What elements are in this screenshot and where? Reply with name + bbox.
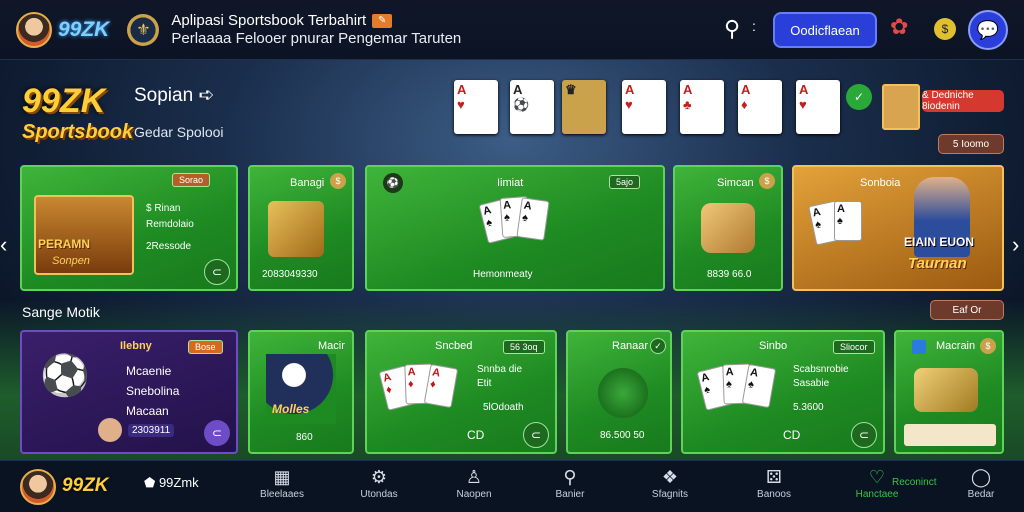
cards-icon: ❖ <box>661 467 679 487</box>
app-subtitle: Perlaaaa Felooer pnurar Pengemar Taruten <box>171 29 462 47</box>
hero-card-5[interactable]: A ♣ <box>680 80 724 134</box>
tile-ranaar[interactable]: Ranaar ✓ 86.500 50 <box>566 330 672 454</box>
tile-simcan[interactable]: Simcan $ 8839 66.0 <box>673 165 783 291</box>
left-arrow-icon[interactable]: ‹ <box>0 232 7 258</box>
goal-net-icon <box>268 201 324 257</box>
hero-card-7[interactable]: A ♥ <box>796 80 840 134</box>
bottom-nav: 99ZK ⬟ 99Zmk ▦ Bleelaaes ⚙ Utondas ♙ Naopen… <box>0 460 1024 512</box>
edit-icon[interactable]: ✎ <box>372 13 393 28</box>
nav-highlight-label: Reconinct <box>892 477 937 488</box>
tile-sinbo[interactable]: Sinbo Sliocor A ♠ A ♠ A ♠ Scabsnrobie Sasab… <box>681 330 885 454</box>
small-button[interactable]: 5 Ioomo <box>938 134 1004 154</box>
play-icon[interactable]: ⊂ <box>204 259 230 285</box>
user-avatar[interactable] <box>16 11 52 48</box>
footer-badge: ⬟ 99Zmk <box>144 475 199 490</box>
tile-macir[interactable]: Macir Molles 860 <box>248 330 354 454</box>
coin-icon: $ <box>759 173 775 189</box>
calendar-icon <box>912 340 926 354</box>
section-button[interactable]: Eaf Or <box>930 300 1004 320</box>
user-icon: ♙ <box>465 467 483 487</box>
footer-brand[interactable]: 99ZK <box>62 475 108 497</box>
section-title: Sange Motik <box>22 304 100 320</box>
nav-item-2[interactable]: ⚙ Utondas <box>344 467 414 500</box>
shield-icon: ⬟ <box>144 475 156 490</box>
shield-logo-icon: ⚜ <box>127 13 160 46</box>
ball-icon: ⚽ <box>383 173 403 193</box>
chip-icon <box>701 203 755 253</box>
app-titles: Aplipasi Sportsbook Terbahirt ✎ Perlaaaa … <box>171 12 461 48</box>
hero-card-1[interactable]: A ♥ <box>454 80 498 134</box>
play-icon[interactable]: ⊂ <box>204 420 230 446</box>
tile-sonboia[interactable]: Sonboia A ♠ A ♠ EIAIN EUON Taurnan <box>792 165 1004 291</box>
nav-item-3[interactable]: ♙ Naopen <box>439 467 509 500</box>
nav-item-8[interactable]: ◯ Bedar <box>946 467 1016 500</box>
tag-icon: ➪ <box>198 85 215 106</box>
primary-button[interactable]: Oodicflaean <box>773 12 877 48</box>
nav-item-6[interactable]: ⚄ Banoos <box>739 467 809 500</box>
nav-item-5[interactable]: ❖ Sfagnits <box>635 467 705 500</box>
tile-banagi[interactable]: Banagi $ 2083049330 <box>248 165 354 291</box>
chip-icon <box>598 368 648 418</box>
soccer-ball-icon: ⚽ <box>40 354 90 398</box>
whistle-icon <box>914 368 978 412</box>
tile-macrain[interactable]: Macrain $ <box>894 330 1004 454</box>
coin-icon: $ <box>330 173 346 189</box>
check-icon: ✓ <box>650 338 666 354</box>
right-arrow-icon[interactable]: › <box>1012 232 1019 258</box>
dice-icon: ⚄ <box>766 467 782 487</box>
coin-icon[interactable]: $ <box>934 18 956 40</box>
app-title: Aplipasi Sportsbook Terbahirt ✎ <box>171 12 461 30</box>
hero-card-6[interactable]: A ♦ <box>738 80 782 134</box>
hero-card-2[interactable]: A ⚽ <box>510 80 554 134</box>
tile-featured[interactable]: Sorao PERAMN Sonpen $ Rinan Remdolaio 2R… <box>20 165 238 291</box>
gear-icon: ⚙ <box>370 467 388 487</box>
brand-logo[interactable]: 99ZK <box>58 18 109 42</box>
chat-icon[interactable]: 💬 <box>968 10 1008 50</box>
more-icon[interactable]: : <box>752 18 756 34</box>
ticket-icon <box>904 424 996 446</box>
top-bar: 99ZK ⚜ Aplipasi Sportsbook Terbahirt ✎ Pe… <box>0 0 1024 60</box>
nav-item-1[interactable]: ▦ Bleelaaes <box>247 467 317 500</box>
chat-icon: ◯ <box>970 467 992 487</box>
tile-iimiat[interactable]: ⚽ Iimiat 5ajo A ♠ A ♠ A ♠ Hemonmeaty <box>365 165 665 291</box>
tile-ilebny[interactable]: Ilebny Bose ⚽ Mcaenie Snebolina Macaan 2… <box>20 330 238 454</box>
hero-logo: 99ZK Sportsbook <box>22 82 134 143</box>
user-avatar[interactable] <box>20 469 56 505</box>
player-portrait <box>882 84 920 130</box>
hero-heading: Sopian ➪ <box>134 85 215 106</box>
nav-item-4[interactable]: ⚲ Banier <box>535 467 605 500</box>
player-avatar <box>98 418 122 442</box>
check-icon[interactable]: ✓ <box>846 84 872 110</box>
hero-subheading: Gedar Spolooi <box>134 124 224 140</box>
search-icon: ⚲ <box>563 467 577 487</box>
play-icon[interactable]: ⊂ <box>523 422 549 448</box>
hero-card-4[interactable]: A ♥ <box>622 80 666 134</box>
hero-card-3[interactable]: ♛ <box>562 80 606 134</box>
calendar-icon: ▦ <box>273 467 291 487</box>
tile-sncbed[interactable]: Sncbed 56 3oq A ♦ A ♦ A ♦ Snnba die Etit 5l… <box>365 330 557 454</box>
coin-icon: $ <box>980 338 996 354</box>
play-icon[interactable]: ⊂ <box>851 422 877 448</box>
search-icon[interactable]: ⚲ <box>724 16 740 42</box>
promo-button[interactable]: & Dedniche 8iodenin <box>922 90 1004 112</box>
puzzle-icon[interactable]: ✿ <box>890 14 908 40</box>
